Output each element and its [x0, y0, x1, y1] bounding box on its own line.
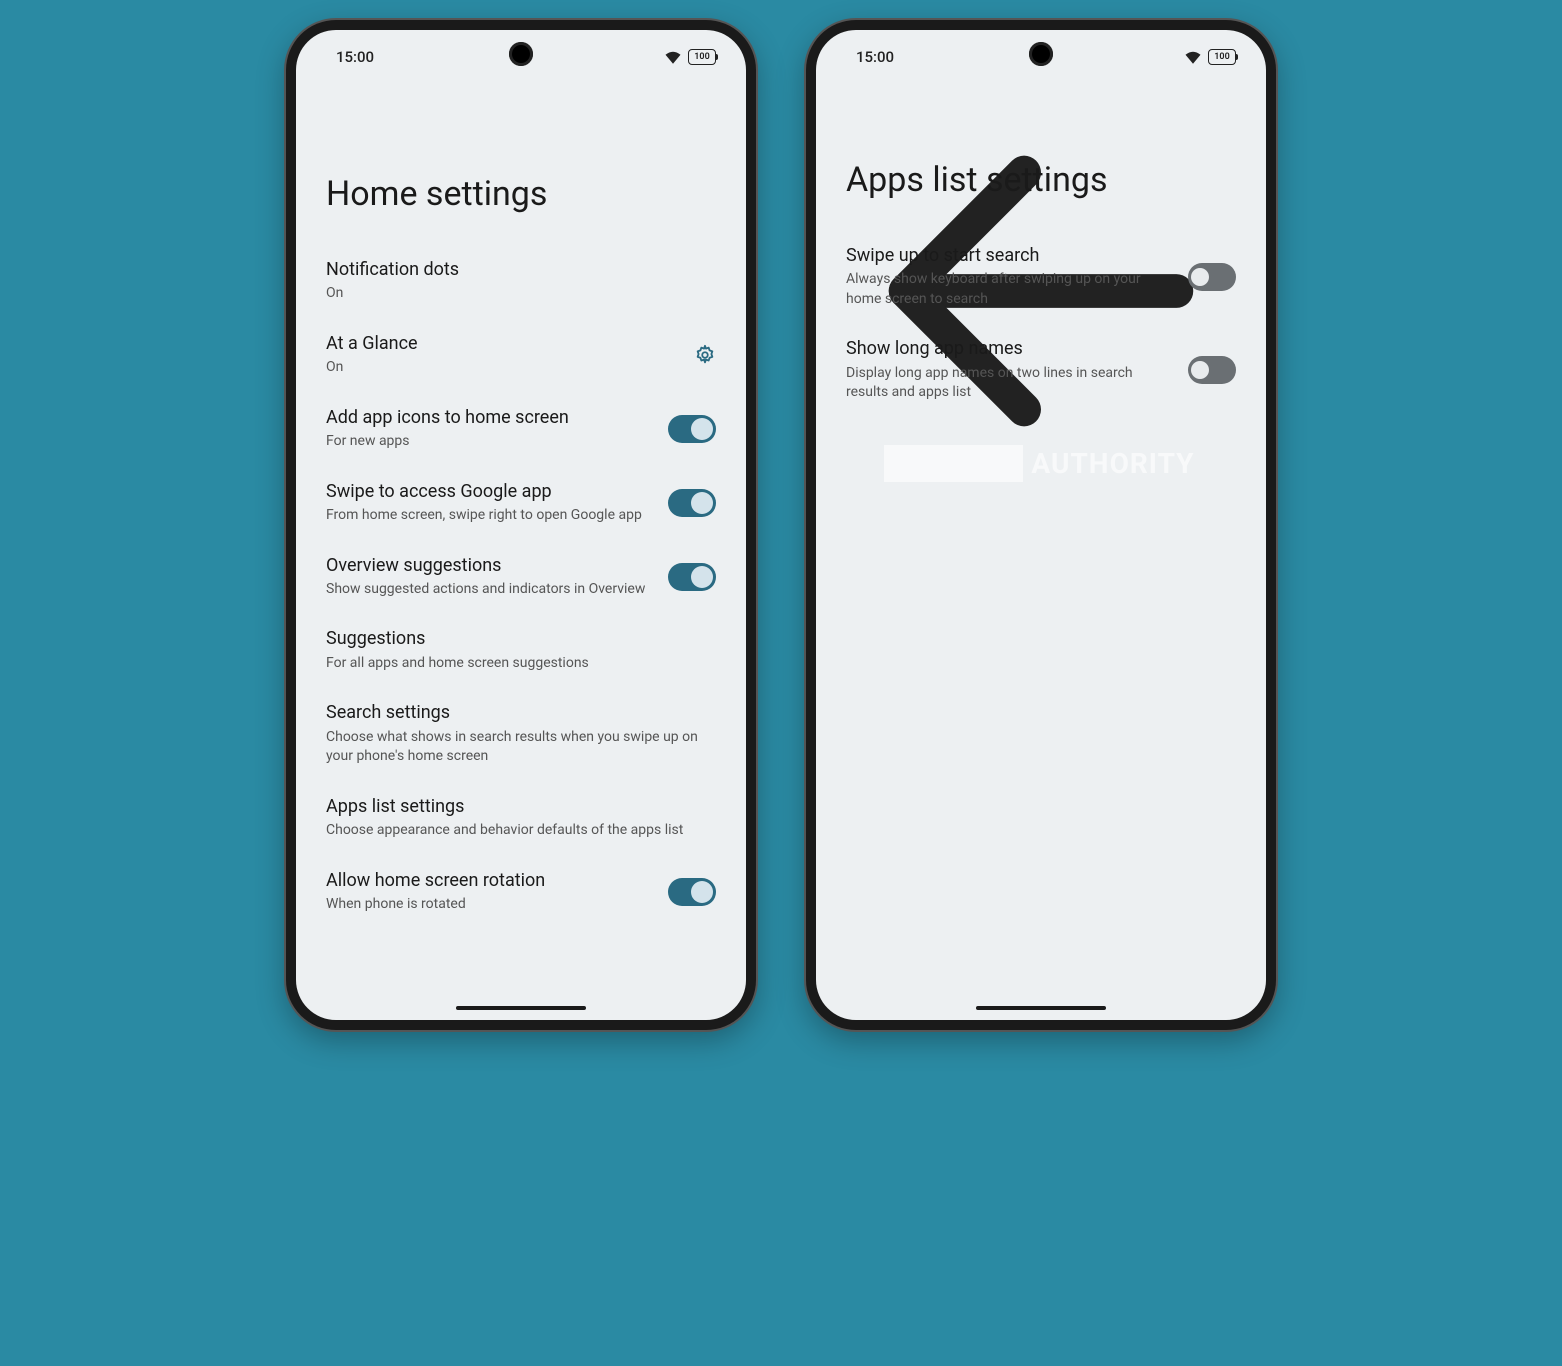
phone-right: 15:00 100 Apps list settings Swipe up — [806, 20, 1276, 1030]
status-time: 15:00 — [326, 48, 374, 66]
setting-subtitle: Display long app names on two lines in s… — [846, 364, 1176, 403]
setting-title: Add app icons to home screen — [326, 406, 656, 430]
setting-search-settings[interactable]: Search settings Choose what shows in sea… — [326, 687, 716, 780]
wifi-icon — [664, 50, 682, 64]
camera-cutout — [1029, 42, 1053, 66]
setting-title: Allow home screen rotation — [326, 869, 656, 893]
setting-title: At a Glance — [326, 332, 682, 356]
setting-title: Swipe to access Google app — [326, 480, 656, 504]
setting-title: Apps list settings — [326, 795, 704, 819]
status-right: 100 — [664, 49, 716, 65]
toggle-swipe-search[interactable] — [1188, 263, 1236, 291]
setting-apps-list[interactable]: Apps list settings Choose appearance and… — [326, 781, 716, 855]
back-arrow-icon[interactable] — [838, 479, 1244, 498]
setting-subtitle: Show suggested actions and indicators in… — [326, 580, 656, 600]
toggle-add-app-icons[interactable] — [668, 415, 716, 443]
setting-subtitle: On — [326, 358, 682, 378]
toggle-swipe-google[interactable] — [668, 489, 716, 517]
setting-title: Search settings — [326, 701, 704, 725]
setting-swipe-search[interactable]: Swipe up to start search Always show key… — [846, 230, 1236, 323]
gear-icon[interactable] — [694, 344, 716, 366]
setting-overview-suggestions[interactable]: Overview suggestions Show suggested acti… — [326, 540, 716, 614]
battery-icon: 100 — [1208, 49, 1236, 65]
status-time: 15:00 — [846, 48, 894, 66]
battery-icon: 100 — [688, 49, 716, 65]
wifi-icon — [1184, 50, 1202, 64]
screen-left: 15:00 100 Home settings Notification dot… — [296, 30, 746, 1020]
setting-title: Suggestions — [326, 627, 704, 651]
topbar — [816, 74, 1266, 114]
setting-title: Overview suggestions — [326, 554, 656, 578]
setting-subtitle: When phone is rotated — [326, 895, 656, 915]
setting-swipe-google[interactable]: Swipe to access Google app From home scr… — [326, 466, 716, 540]
setting-subtitle: On — [326, 284, 704, 304]
setting-subtitle: Always show keyboard after swiping up on… — [846, 270, 1176, 309]
setting-title: Notification dots — [326, 258, 704, 282]
setting-add-app-icons[interactable]: Add app icons to home screen For new app… — [326, 392, 716, 466]
setting-subtitle: From home screen, swipe right to open Go… — [326, 506, 656, 526]
toggle-allow-rotation[interactable] — [668, 878, 716, 906]
setting-suggestions[interactable]: Suggestions For all apps and home screen… — [326, 613, 716, 687]
toggle-overview-suggestions[interactable] — [668, 563, 716, 591]
setting-title: Show long app names — [846, 337, 1176, 361]
status-right: 100 — [1184, 49, 1236, 65]
camera-cutout — [509, 42, 533, 66]
screen-right: 15:00 100 Apps list settings Swipe up — [816, 30, 1266, 1020]
setting-subtitle: For all apps and home screen suggestions — [326, 654, 704, 674]
page-title: Home settings — [296, 114, 746, 244]
setting-allow-rotation[interactable]: Allow home screen rotation When phone is… — [326, 855, 716, 929]
setting-notification-dots[interactable]: Notification dots On — [326, 244, 716, 318]
setting-subtitle: Choose appearance and behavior defaults … — [326, 821, 704, 841]
toggle-long-app-names[interactable] — [1188, 356, 1236, 384]
nav-gesture-bar[interactable] — [976, 1006, 1106, 1010]
setting-subtitle: For new apps — [326, 432, 656, 452]
setting-at-a-glance[interactable]: At a Glance On — [326, 318, 716, 392]
settings-list: Notification dots On At a Glance On — [296, 244, 746, 929]
phone-left: 15:00 100 Home settings Notification dot… — [286, 20, 756, 1030]
setting-title: Swipe up to start search — [846, 244, 1176, 268]
topbar-empty — [296, 74, 746, 114]
setting-long-app-names[interactable]: Show long app names Display long app nam… — [846, 323, 1236, 416]
nav-gesture-bar[interactable] — [456, 1006, 586, 1010]
setting-subtitle: Choose what shows in search results when… — [326, 728, 704, 767]
